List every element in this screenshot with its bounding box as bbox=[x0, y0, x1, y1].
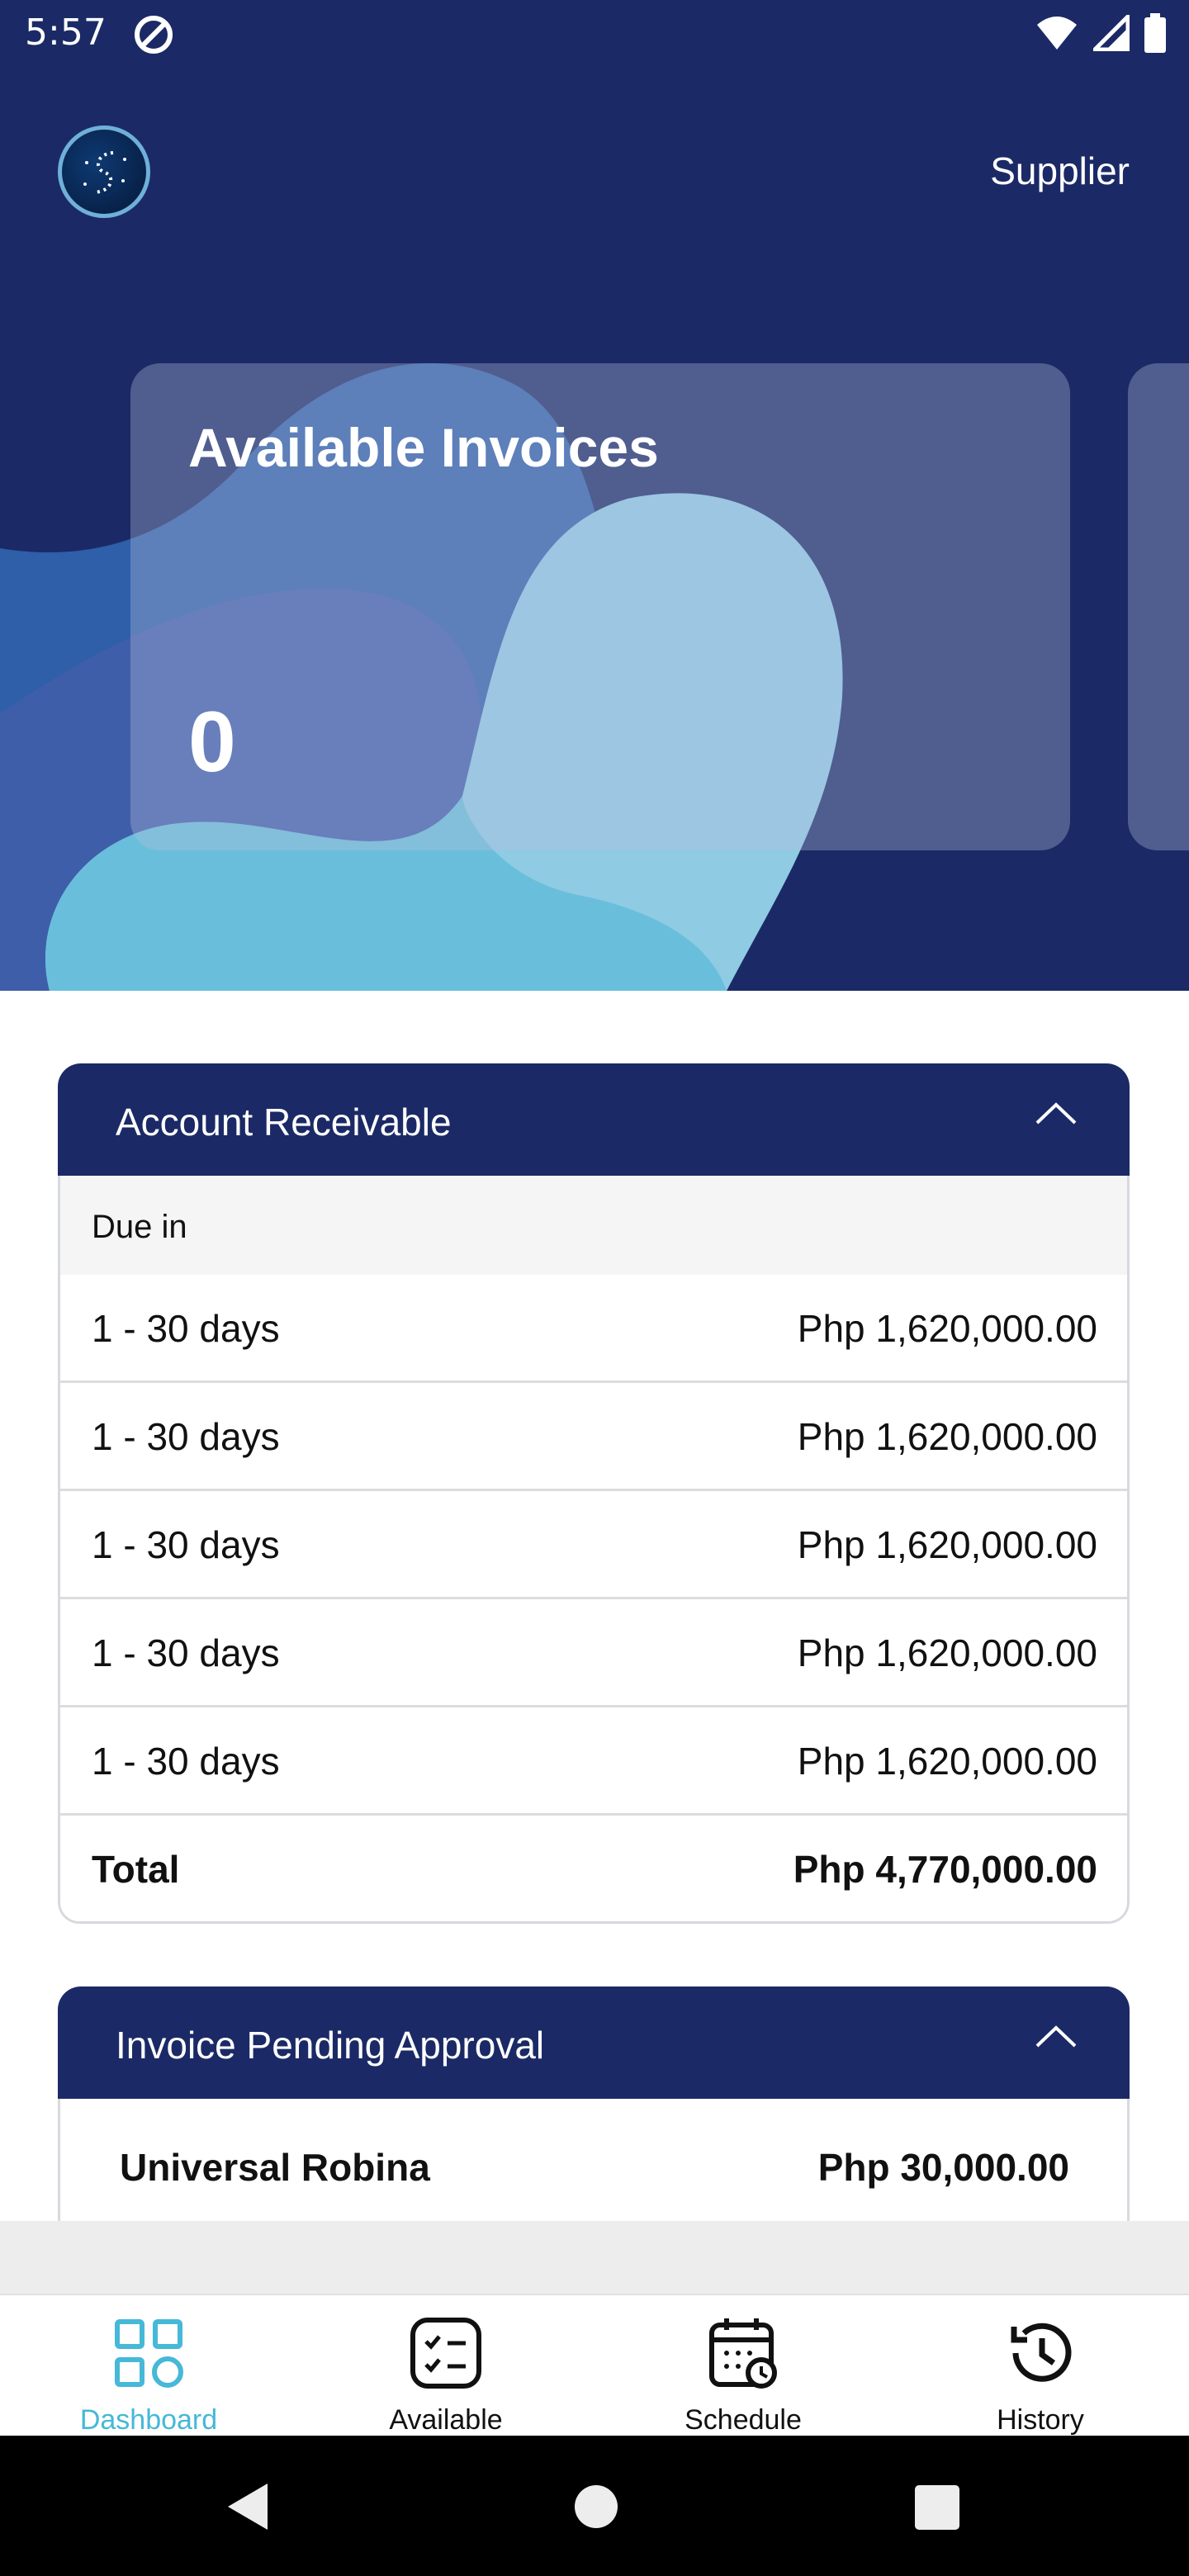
row-period: 1 - 30 days bbox=[92, 1523, 280, 1566]
history-icon bbox=[999, 2312, 1082, 2398]
next-card-peek[interactable] bbox=[1128, 363, 1189, 850]
status-time: 5:57 bbox=[25, 12, 107, 54]
signal-icon bbox=[1089, 11, 1130, 55]
status-bar: 5:57 bbox=[0, 0, 1189, 69]
row-amount: Php 1,620,000.00 bbox=[797, 1415, 1097, 1458]
dashboard-header: Supplier Available Invoices 0 bbox=[0, 69, 1189, 991]
table-row: 1 - 30 days Php 1,620,000.00 bbox=[60, 1275, 1127, 1383]
list-item[interactable]: Universal Robina Php 30,000.00 bbox=[58, 2099, 1130, 2225]
panel-title: Account Receivable bbox=[116, 1101, 452, 1144]
row-period: 1 - 30 days bbox=[92, 1631, 280, 1674]
total-amount: Php 4,770,000.00 bbox=[793, 1848, 1097, 1891]
panel-title: Invoice Pending Approval bbox=[116, 2024, 545, 2067]
row-amount: Php 1,620,000.00 bbox=[797, 1307, 1097, 1350]
nav-label: History bbox=[997, 2404, 1084, 2436]
due-in-label: Due in bbox=[92, 1209, 187, 1245]
table-row: 1 - 30 days Php 1,620,000.00 bbox=[60, 1707, 1127, 1816]
account-receivable-header[interactable]: Account Receivable bbox=[58, 1063, 1130, 1176]
row-period: 1 - 30 days bbox=[92, 1740, 280, 1783]
account-receivable-table: Due in 1 - 30 days Php 1,620,000.00 1 - … bbox=[58, 1176, 1130, 1924]
home-icon[interactable] bbox=[573, 2484, 619, 2534]
content-bottom-fade bbox=[0, 2221, 1189, 2294]
nav-label: Available bbox=[389, 2404, 503, 2436]
invoice-pending-header[interactable]: Invoice Pending Approval bbox=[58, 1986, 1130, 2099]
total-label: Total bbox=[92, 1848, 180, 1891]
row-period: 1 - 30 days bbox=[92, 1415, 280, 1458]
wifi-icon bbox=[1035, 15, 1078, 55]
card-value: 0 bbox=[188, 694, 236, 790]
table-row: 1 - 30 days Php 1,620,000.00 bbox=[60, 1599, 1127, 1707]
nav-dashboard[interactable]: Dashboard bbox=[0, 2295, 297, 2437]
chevron-up-icon[interactable] bbox=[1034, 1100, 1078, 1130]
back-icon[interactable] bbox=[225, 2482, 271, 2536]
row-amount: Php 1,620,000.00 bbox=[797, 1631, 1097, 1674]
user-role-label[interactable]: Supplier bbox=[990, 149, 1130, 193]
checklist-icon bbox=[405, 2312, 487, 2398]
total-row: Total Php 4,770,000.00 bbox=[60, 1816, 1127, 1921]
recents-icon[interactable] bbox=[915, 2485, 959, 2534]
table-row: 1 - 30 days Php 1,620,000.00 bbox=[60, 1383, 1127, 1491]
nav-schedule[interactable]: Schedule bbox=[594, 2295, 892, 2437]
due-in-header: Due in bbox=[60, 1176, 1127, 1275]
invoice-pending-panel: Invoice Pending Approval Universal Robin… bbox=[58, 1986, 1130, 2225]
battery-icon bbox=[1144, 13, 1166, 57]
calendar-clock-icon bbox=[702, 2312, 784, 2398]
system-navigation-bar bbox=[0, 2436, 1189, 2576]
app-logo bbox=[58, 125, 150, 218]
table-row: 1 - 30 days Php 1,620,000.00 bbox=[60, 1491, 1127, 1599]
account-receivable-panel: Account Receivable Due in 1 - 30 days Ph… bbox=[58, 1063, 1130, 1924]
row-amount: Php 1,620,000.00 bbox=[797, 1740, 1097, 1783]
nav-available[interactable]: Available bbox=[297, 2295, 594, 2437]
nav-label: Dashboard bbox=[79, 2404, 218, 2436]
pending-amount: Php 30,000.00 bbox=[817, 2146, 1069, 2189]
bottom-navigation: Dashboard Available Schedule History bbox=[0, 2294, 1189, 2437]
row-period: 1 - 30 days bbox=[92, 1307, 280, 1350]
dashboard-grid-icon bbox=[107, 2312, 190, 2398]
nav-history[interactable]: History bbox=[892, 2295, 1189, 2437]
no-disturb-icon bbox=[132, 13, 175, 60]
chevron-up-icon[interactable] bbox=[1034, 2023, 1078, 2053]
available-invoices-card[interactable]: Available Invoices 0 bbox=[130, 363, 1070, 850]
nav-label: Schedule bbox=[685, 2404, 802, 2436]
pending-company-name: Universal Robina bbox=[120, 2146, 430, 2189]
row-amount: Php 1,620,000.00 bbox=[797, 1523, 1097, 1566]
card-title: Available Invoices bbox=[188, 417, 659, 478]
